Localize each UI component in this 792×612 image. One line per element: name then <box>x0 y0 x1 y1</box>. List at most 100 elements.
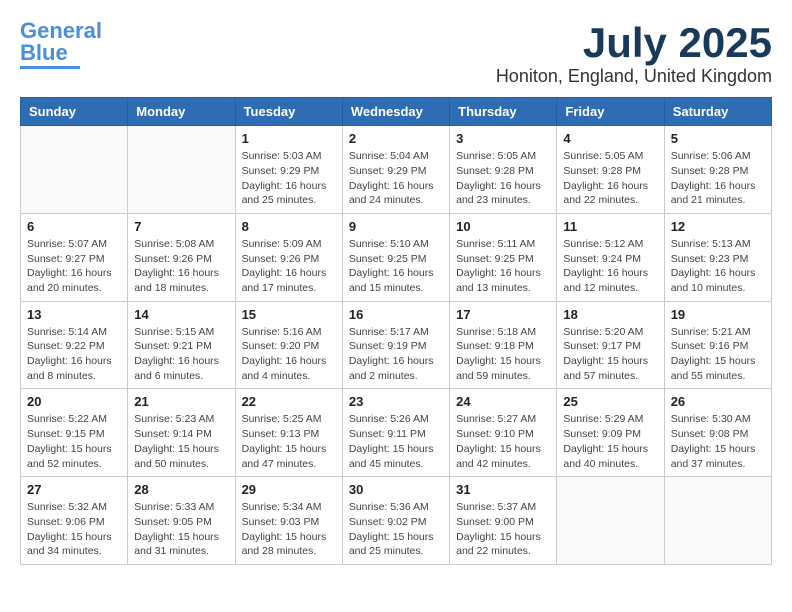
calendar-cell: 9 Sunrise: 5:10 AM Sunset: 9:25 PM Daylig… <box>342 213 449 301</box>
day-number: 28 <box>134 482 228 497</box>
calendar-week-2: 6 Sunrise: 5:07 AM Sunset: 9:27 PM Daylig… <box>21 213 772 301</box>
calendar-header-row: SundayMondayTuesdayWednesdayThursdayFrid… <box>21 98 772 126</box>
day-number: 17 <box>456 307 550 322</box>
calendar-cell <box>128 126 235 214</box>
day-info: Sunrise: 5:33 AM Sunset: 9:05 PM Dayligh… <box>134 500 228 559</box>
calendar-cell: 6 Sunrise: 5:07 AM Sunset: 9:27 PM Daylig… <box>21 213 128 301</box>
day-number: 29 <box>242 482 336 497</box>
day-number: 19 <box>671 307 765 322</box>
day-info: Sunrise: 5:37 AM Sunset: 9:00 PM Dayligh… <box>456 500 550 559</box>
calendar-cell <box>664 477 771 565</box>
logo-blue: Blue <box>20 40 68 65</box>
day-number: 8 <box>242 219 336 234</box>
day-number: 6 <box>27 219 121 234</box>
day-info: Sunrise: 5:18 AM Sunset: 9:18 PM Dayligh… <box>456 325 550 384</box>
day-info: Sunrise: 5:03 AM Sunset: 9:29 PM Dayligh… <box>242 149 336 208</box>
logo-text: General Blue <box>20 20 102 64</box>
day-number: 20 <box>27 394 121 409</box>
calendar-cell: 16 Sunrise: 5:17 AM Sunset: 9:19 PM Dayli… <box>342 301 449 389</box>
day-info: Sunrise: 5:17 AM Sunset: 9:19 PM Dayligh… <box>349 325 443 384</box>
calendar-cell: 27Sunrise: 5:32 AM Sunset: 9:06 PM Dayli… <box>21 477 128 565</box>
weekday-header-tuesday: Tuesday <box>235 98 342 126</box>
weekday-header-sunday: Sunday <box>21 98 128 126</box>
day-info: Sunrise: 5:21 AM Sunset: 9:16 PM Dayligh… <box>671 325 765 384</box>
day-info: Sunrise: 5:09 AM Sunset: 9:26 PM Dayligh… <box>242 237 336 296</box>
calendar-cell: 11Sunrise: 5:12 AM Sunset: 9:24 PM Dayli… <box>557 213 664 301</box>
calendar-cell: 21Sunrise: 5:23 AM Sunset: 9:14 PM Dayli… <box>128 389 235 477</box>
calendar-cell: 2 Sunrise: 5:04 AM Sunset: 9:29 PM Daylig… <box>342 126 449 214</box>
day-info: Sunrise: 5:13 AM Sunset: 9:23 PM Dayligh… <box>671 237 765 296</box>
calendar-cell: 25 Sunrise: 5:29 AM Sunset: 9:09 PM Dayli… <box>557 389 664 477</box>
day-info: Sunrise: 5:30 AM Sunset: 9:08 PM Dayligh… <box>671 412 765 471</box>
day-info: Sunrise: 5:07 AM Sunset: 9:27 PM Dayligh… <box>27 237 121 296</box>
calendar-cell: 22 Sunrise: 5:25 AM Sunset: 9:13 PM Dayli… <box>235 389 342 477</box>
calendar-cell: 24Sunrise: 5:27 AM Sunset: 9:10 PM Dayli… <box>450 389 557 477</box>
day-number: 16 <box>349 307 443 322</box>
calendar-cell: 26Sunrise: 5:30 AM Sunset: 9:08 PM Dayli… <box>664 389 771 477</box>
page-header: General Blue July 2025 Honiton, England,… <box>20 20 772 87</box>
day-info: Sunrise: 5:10 AM Sunset: 9:25 PM Dayligh… <box>349 237 443 296</box>
day-number: 22 <box>242 394 336 409</box>
calendar-cell <box>21 126 128 214</box>
day-number: 15 <box>242 307 336 322</box>
calendar-cell: 19 Sunrise: 5:21 AM Sunset: 9:16 PM Dayli… <box>664 301 771 389</box>
calendar-cell: 10 Sunrise: 5:11 AM Sunset: 9:25 PM Dayli… <box>450 213 557 301</box>
weekday-header-thursday: Thursday <box>450 98 557 126</box>
calendar-week-3: 13 Sunrise: 5:14 AM Sunset: 9:22 PM Dayli… <box>21 301 772 389</box>
calendar-cell: 4Sunrise: 5:05 AM Sunset: 9:28 PM Daylig… <box>557 126 664 214</box>
day-info: Sunrise: 5:05 AM Sunset: 9:28 PM Dayligh… <box>563 149 657 208</box>
day-info: Sunrise: 5:08 AM Sunset: 9:26 PM Dayligh… <box>134 237 228 296</box>
title-block: July 2025 Honiton, England, United Kingd… <box>496 20 772 87</box>
day-info: Sunrise: 5:34 AM Sunset: 9:03 PM Dayligh… <box>242 500 336 559</box>
day-info: Sunrise: 5:20 AM Sunset: 9:17 PM Dayligh… <box>563 325 657 384</box>
calendar-week-1: 1 Sunrise: 5:03 AM Sunset: 9:29 PM Daylig… <box>21 126 772 214</box>
day-number: 25 <box>563 394 657 409</box>
day-number: 23 <box>349 394 443 409</box>
weekday-header-friday: Friday <box>557 98 664 126</box>
day-info: Sunrise: 5:15 AM Sunset: 9:21 PM Dayligh… <box>134 325 228 384</box>
day-info: Sunrise: 5:29 AM Sunset: 9:09 PM Dayligh… <box>563 412 657 471</box>
calendar-cell: 29 Sunrise: 5:34 AM Sunset: 9:03 PM Dayli… <box>235 477 342 565</box>
day-info: Sunrise: 5:05 AM Sunset: 9:28 PM Dayligh… <box>456 149 550 208</box>
calendar-cell: 5 Sunrise: 5:06 AM Sunset: 9:28 PM Daylig… <box>664 126 771 214</box>
day-info: Sunrise: 5:11 AM Sunset: 9:25 PM Dayligh… <box>456 237 550 296</box>
day-number: 1 <box>242 131 336 146</box>
calendar-cell: 12Sunrise: 5:13 AM Sunset: 9:23 PM Dayli… <box>664 213 771 301</box>
day-number: 5 <box>671 131 765 146</box>
calendar-cell: 20 Sunrise: 5:22 AM Sunset: 9:15 PM Dayli… <box>21 389 128 477</box>
day-info: Sunrise: 5:27 AM Sunset: 9:10 PM Dayligh… <box>456 412 550 471</box>
logo-underline <box>20 66 80 69</box>
day-info: Sunrise: 5:25 AM Sunset: 9:13 PM Dayligh… <box>242 412 336 471</box>
day-info: Sunrise: 5:14 AM Sunset: 9:22 PM Dayligh… <box>27 325 121 384</box>
calendar-cell: 18Sunrise: 5:20 AM Sunset: 9:17 PM Dayli… <box>557 301 664 389</box>
day-info: Sunrise: 5:22 AM Sunset: 9:15 PM Dayligh… <box>27 412 121 471</box>
calendar-week-4: 20 Sunrise: 5:22 AM Sunset: 9:15 PM Dayli… <box>21 389 772 477</box>
day-number: 9 <box>349 219 443 234</box>
calendar-cell: 17 Sunrise: 5:18 AM Sunset: 9:18 PM Dayli… <box>450 301 557 389</box>
day-number: 2 <box>349 131 443 146</box>
day-number: 14 <box>134 307 228 322</box>
calendar-cell: 3Sunrise: 5:05 AM Sunset: 9:28 PM Daylig… <box>450 126 557 214</box>
calendar-cell: 7 Sunrise: 5:08 AM Sunset: 9:26 PM Daylig… <box>128 213 235 301</box>
day-number: 30 <box>349 482 443 497</box>
day-number: 31 <box>456 482 550 497</box>
calendar-cell: 8 Sunrise: 5:09 AM Sunset: 9:26 PM Daylig… <box>235 213 342 301</box>
day-info: Sunrise: 5:16 AM Sunset: 9:20 PM Dayligh… <box>242 325 336 384</box>
day-number: 13 <box>27 307 121 322</box>
weekday-header-monday: Monday <box>128 98 235 126</box>
calendar-cell: 31 Sunrise: 5:37 AM Sunset: 9:00 PM Dayli… <box>450 477 557 565</box>
calendar-cell: 1 Sunrise: 5:03 AM Sunset: 9:29 PM Daylig… <box>235 126 342 214</box>
calendar-cell: 30Sunrise: 5:36 AM Sunset: 9:02 PM Dayli… <box>342 477 449 565</box>
calendar-cell: 23 Sunrise: 5:26 AM Sunset: 9:11 PM Dayli… <box>342 389 449 477</box>
month-year: July 2025 <box>496 20 772 66</box>
day-number: 7 <box>134 219 228 234</box>
logo: General Blue <box>20 20 102 69</box>
calendar-cell: 28 Sunrise: 5:33 AM Sunset: 9:05 PM Dayli… <box>128 477 235 565</box>
day-info: Sunrise: 5:04 AM Sunset: 9:29 PM Dayligh… <box>349 149 443 208</box>
day-info: Sunrise: 5:12 AM Sunset: 9:24 PM Dayligh… <box>563 237 657 296</box>
day-number: 10 <box>456 219 550 234</box>
day-info: Sunrise: 5:26 AM Sunset: 9:11 PM Dayligh… <box>349 412 443 471</box>
location: Honiton, England, United Kingdom <box>496 66 772 87</box>
calendar-cell: 13 Sunrise: 5:14 AM Sunset: 9:22 PM Dayli… <box>21 301 128 389</box>
day-info: Sunrise: 5:06 AM Sunset: 9:28 PM Dayligh… <box>671 149 765 208</box>
